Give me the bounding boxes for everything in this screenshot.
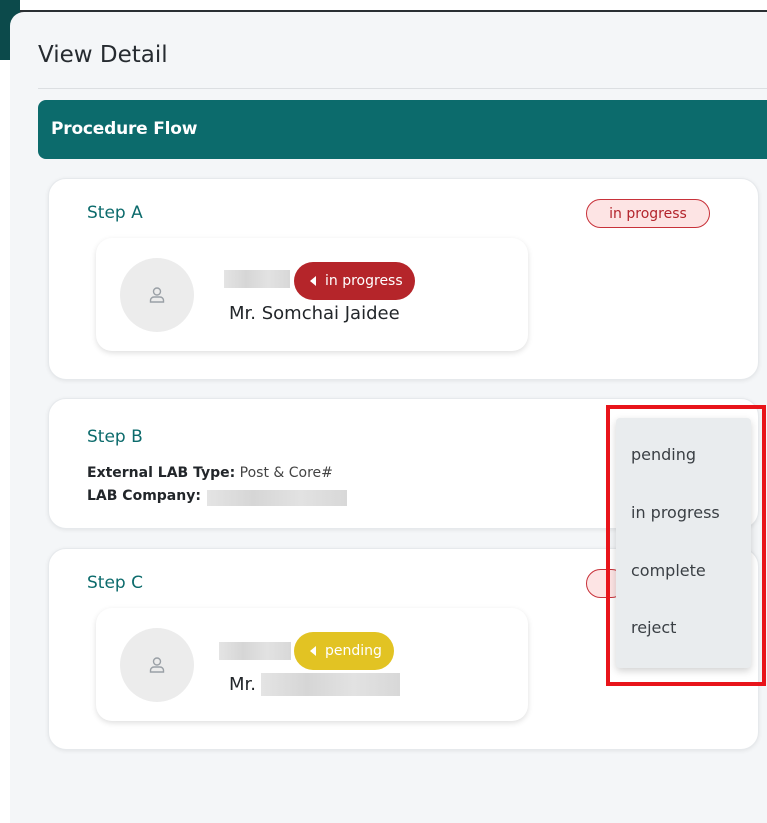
caret-left-icon bbox=[310, 646, 316, 656]
lab-type-label: External LAB Type: bbox=[87, 465, 236, 481]
user-icon bbox=[149, 657, 165, 673]
caret-left-icon bbox=[310, 276, 316, 286]
step-a-redacted-code bbox=[224, 270, 290, 288]
lab-company-label: LAB Company: bbox=[87, 488, 201, 504]
user-icon bbox=[149, 287, 165, 303]
step-c-assignee-status-tag: pending bbox=[294, 632, 394, 670]
step-c-redacted-name bbox=[261, 673, 400, 696]
step-c-redacted-code bbox=[219, 642, 291, 660]
step-a-title: Step A bbox=[87, 203, 143, 223]
step-a-avatar bbox=[120, 258, 194, 332]
step-b-lab-company: LAB Company: bbox=[87, 488, 201, 504]
page-title: View Detail bbox=[38, 42, 168, 68]
step-a-tag-label: in progress bbox=[325, 273, 403, 289]
step-c-title: Step C bbox=[87, 573, 143, 593]
procedure-flow-header: Procedure Flow bbox=[38, 100, 767, 159]
step-c-tag-label: pending bbox=[325, 643, 382, 659]
highlight-box bbox=[606, 405, 766, 686]
step-c-assignee-name-prefix: Mr. bbox=[229, 674, 256, 695]
step-b-lab-type: External LAB Type: Post & Core# bbox=[87, 465, 333, 481]
step-a-assignee-status-tag: in progress bbox=[294, 262, 415, 300]
step-b-title: Step B bbox=[87, 427, 143, 447]
title-divider bbox=[38, 88, 767, 89]
step-a-assignee-name: Mr. Somchai Jaidee bbox=[229, 303, 400, 324]
step-a-status-dropdown[interactable]: in progress bbox=[586, 199, 710, 228]
lab-type-value: Post & Core# bbox=[239, 465, 333, 481]
step-b-redacted-company bbox=[207, 490, 347, 506]
procedure-flow-title: Procedure Flow bbox=[51, 119, 198, 139]
step-c-avatar bbox=[120, 628, 194, 702]
